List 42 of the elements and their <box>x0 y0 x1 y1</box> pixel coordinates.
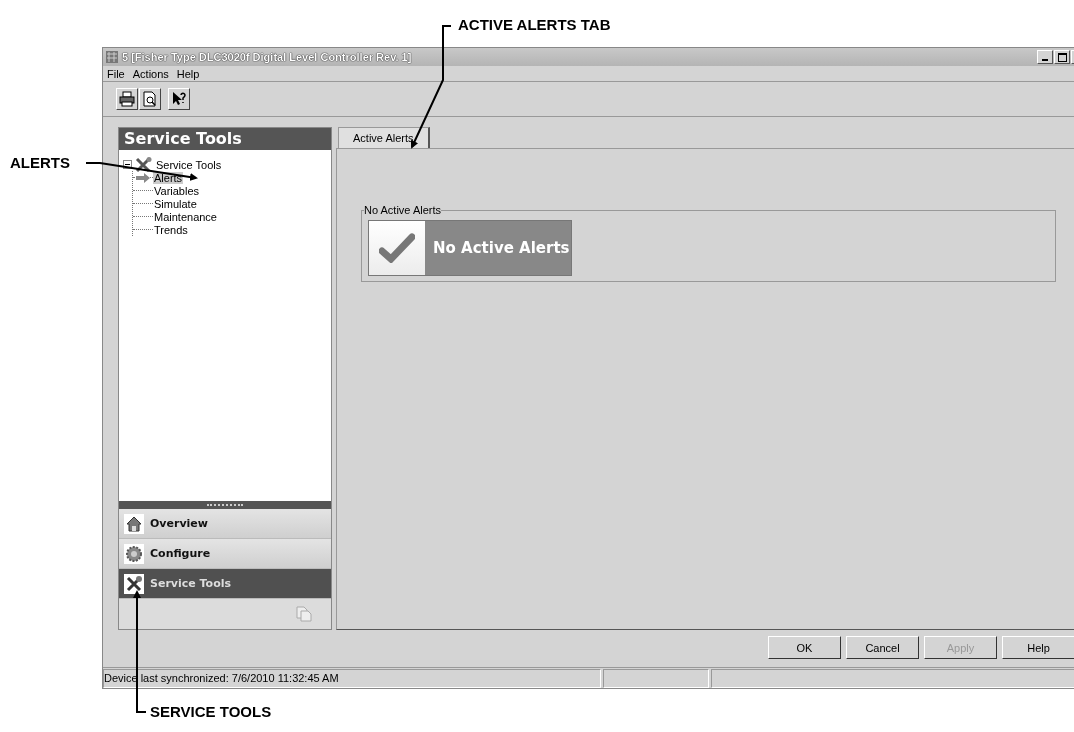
maximize-icon <box>1057 52 1067 62</box>
callout-label: SERVICE TOOLS <box>150 703 272 720</box>
panel-header: Service Tools <box>119 128 331 150</box>
callout-label: ACTIVE ALERTS TAB <box>458 16 611 33</box>
nav-button[interactable]: Service Tools <box>119 569 331 599</box>
toolbar-button[interactable] <box>139 88 161 110</box>
status-bar-text: Device last synchronized: 7/6/2010 11:32:45 AM <box>103 669 601 688</box>
gear-icon <box>125 544 143 563</box>
tools-icon <box>134 156 154 173</box>
tree-item[interactable]: Trends <box>153 223 189 236</box>
window-title: 5 [Fisher Type DLC3020f Digital Level Controller Rev. 1] <box>122 51 412 63</box>
print-preview-icon <box>142 91 158 107</box>
group-title: No Active Alerts <box>364 204 442 216</box>
house-icon <box>125 514 143 533</box>
menu-item[interactable]: Help <box>176 67 200 80</box>
check-icon <box>379 233 415 263</box>
pages-icon <box>295 606 313 622</box>
menu-item[interactable]: File <box>107 67 125 80</box>
tree-item[interactable]: Service Tools <box>156 158 222 171</box>
maximize-button[interactable] <box>1054 50 1070 64</box>
app-icon <box>105 50 119 64</box>
splitter-handle[interactable] <box>119 501 331 509</box>
toolbar-button[interactable] <box>168 88 190 110</box>
tree-item[interactable]: Variables <box>153 184 201 197</box>
tree-item[interactable]: Simulate <box>153 197 198 210</box>
dialog-button[interactable]: OK <box>768 636 841 659</box>
dialog-button[interactable]: Help <box>1002 636 1074 659</box>
nav-button[interactable]: Overview <box>119 509 331 539</box>
minimize-button[interactable] <box>1037 50 1053 64</box>
tab[interactable]: Active Alerts <box>338 127 430 148</box>
callout-label: ALERTS <box>10 154 70 171</box>
status-text: No Active Alerts <box>425 221 571 275</box>
menu-item[interactable]: Actions <box>132 67 169 80</box>
tree-item[interactable]: Maintenance <box>153 210 218 223</box>
collapse-toggle[interactable] <box>123 160 132 169</box>
nav-button[interactable]: Configure <box>119 539 331 569</box>
dialog-button[interactable]: Cancel <box>846 636 919 659</box>
help-pointer-icon <box>171 91 187 107</box>
arrow-icon <box>135 172 151 183</box>
toolbar-button[interactable] <box>116 88 138 110</box>
tools-icon <box>125 574 143 593</box>
printer-icon <box>119 91 135 107</box>
